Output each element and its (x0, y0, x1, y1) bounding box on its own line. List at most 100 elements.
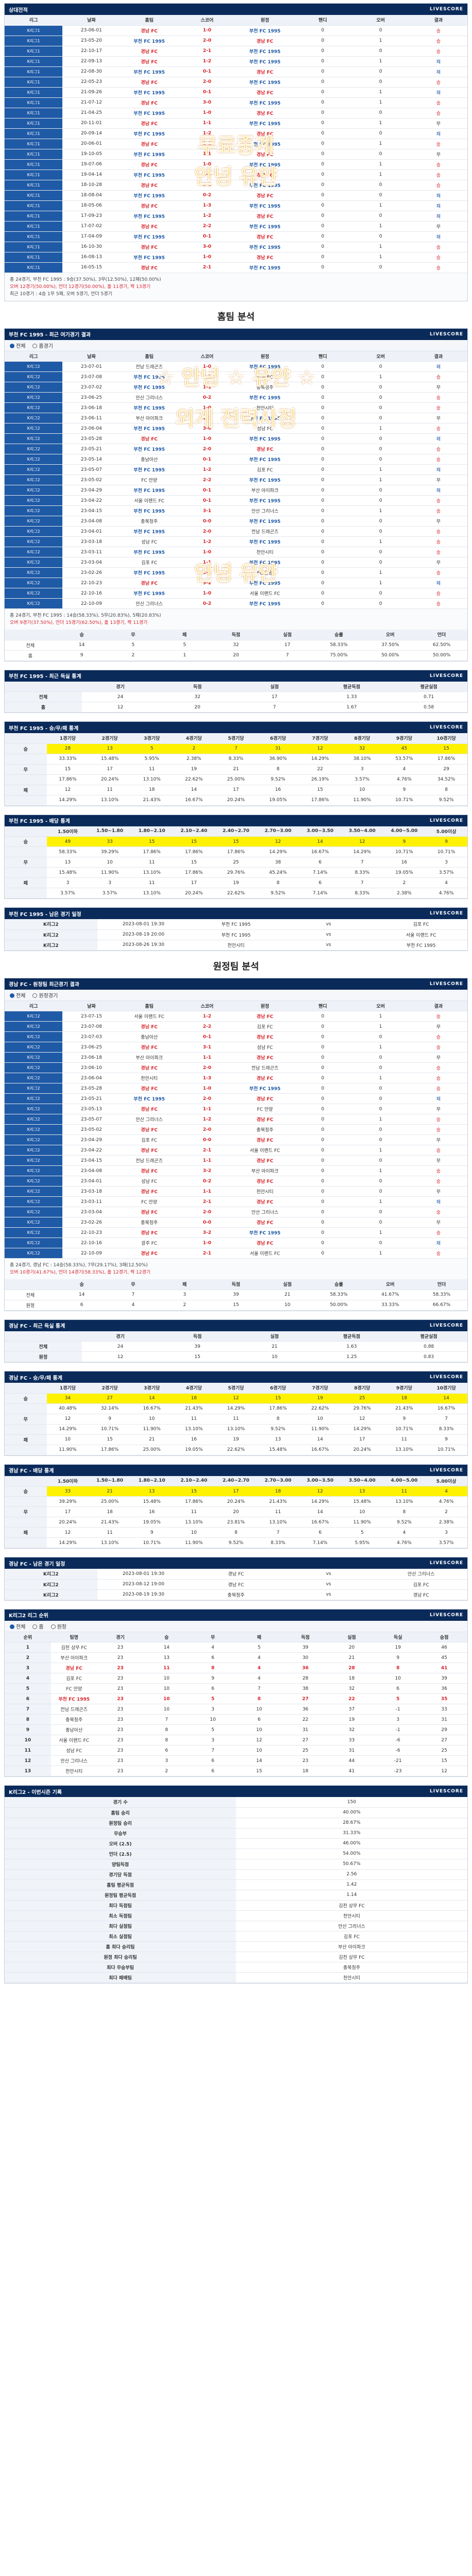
match-row[interactable]: K리그1 19-07-06 경남 FC 1-0 부천 FC 1995 0 1 승 (5, 159, 467, 170)
home-team[interactable]: 부천 FC 1995 (120, 190, 178, 201)
away-team[interactable]: 경남 FC (236, 170, 294, 180)
match-row[interactable]: K리그2 22-10-09 경남 FC 2-1 서울 이랜드 FC 0 1 승 (5, 1248, 467, 1259)
standings-row[interactable]: 2 부산 아이파크 23 13 6 4 30 21 9 45 (5, 1652, 467, 1663)
away-team[interactable]: 경남 FC (236, 36, 294, 46)
team-name[interactable]: 안산 그리너스 (50, 1755, 97, 1766)
away-team[interactable]: 경남 FC (236, 1238, 294, 1248)
home-team[interactable]: 부산 아이파크 (120, 1052, 178, 1063)
standings-row[interactable]: 12 안산 그리너스 23 3 6 14 23 44 -21 15 (5, 1755, 467, 1766)
match-row[interactable]: K리그2 23-05-14 충남아산 0-1 부천 FC 1995 0 0 승 (5, 454, 467, 465)
away-team[interactable]: 안산 그리너스 (236, 505, 294, 516)
home-team[interactable]: 경남 FC (120, 1124, 178, 1135)
match-row[interactable]: K리그1 21-07-12 경남 FC 3-0 부천 FC 1995 0 1 승 (5, 97, 467, 108)
home-team[interactable]: 경남 FC (120, 221, 178, 232)
home-team[interactable]: 경남 FC (120, 56, 178, 67)
away-team[interactable]: 경남 FC (236, 1196, 294, 1207)
match-row[interactable]: K리그2 23-05-28 경남 FC 1-0 부천 FC 1995 0 0 승 (5, 1083, 467, 1094)
away-team[interactable]: 충북청주 (236, 382, 294, 393)
away-team[interactable]: 경남 FC (236, 1011, 294, 1022)
match-row[interactable]: K리그2 23-07-08 부천 FC 1995 2-1 김포 FC 0 1 승 (5, 371, 467, 382)
home-team[interactable]: 부천 FC 1995 (120, 1093, 178, 1104)
away-team[interactable]: 경남 FC (236, 87, 294, 98)
home-team[interactable]: 김포 FC (120, 557, 178, 568)
home-team[interactable]: 성남 FC (120, 1176, 178, 1187)
home-team[interactable]: 부천 FC 1995 (120, 547, 178, 557)
away-team[interactable]: 경남 FC (236, 1093, 294, 1104)
away-team[interactable]: 부천 FC 1995 (236, 242, 294, 252)
away-team[interactable]: 천안시티 (236, 402, 294, 413)
match-row[interactable]: K리그2 23-05-28 경남 FC 1-0 부천 FC 1995 0 0 패 (5, 433, 467, 444)
match-row[interactable]: K리그2 23-02-26 충북청주 0-0 경남 FC 0 0 무 (5, 1217, 467, 1228)
match-row[interactable]: K리그1 18-05-06 경남 FC 1-3 부천 FC 1995 0 1 패 (5, 200, 467, 211)
away-team[interactable]: 경남 FC (236, 149, 294, 160)
away-team[interactable]: 경남 FC (236, 1052, 294, 1063)
match-row[interactable]: K리그1 22-05-23 경남 FC 2-0 부천 FC 1995 0 0 승 (5, 77, 467, 88)
filter-away-radio[interactable]: 원정 (50, 1622, 66, 1630)
home-team[interactable]: 경남 FC (120, 1186, 178, 1197)
away-team[interactable]: 부천 FC 1995 (236, 56, 294, 67)
home-team[interactable]: 경남 FC (120, 433, 178, 444)
match-row[interactable]: K리그2 23-05-02 FC 안양 2-2 부천 FC 1995 0 1 무 (5, 474, 467, 485)
away-team[interactable]: 부천 FC 1995 (236, 97, 294, 108)
match-row[interactable]: K리그2 23-03-04 김포 FC 1-1 부천 FC 1995 0 0 무 (5, 557, 467, 568)
home-team[interactable]: 부천 FC 1995 (120, 128, 178, 139)
home-team[interactable]: 부천 FC 1995 (120, 444, 178, 454)
home-team[interactable]: 부천 FC 1995 (120, 36, 178, 46)
away-team[interactable]: 경남 FC (236, 211, 294, 222)
away-team[interactable]: 천안시티 (236, 1186, 294, 1197)
team-name[interactable]: 경남 FC (50, 1663, 97, 1673)
home-team[interactable]: 부천 FC 1995 (120, 211, 178, 222)
match-row[interactable]: K리그2 23-05-21 부천 FC 1995 2-0 경남 FC 0 0 승 (5, 444, 467, 454)
match-row[interactable]: K리그1 20-09-14 부천 FC 1995 1-2 경남 FC 0 0 패 (5, 128, 467, 139)
home-team[interactable]: 경남 FC (120, 242, 178, 252)
home-team[interactable]: 경남 FC (120, 1042, 178, 1053)
standings-row[interactable]: 13 천안시티 23 2 6 15 18 41 -23 12 (5, 1766, 467, 1776)
away-team[interactable]: 부천 FC 1995 (236, 516, 294, 527)
match-row[interactable]: K리그2 23-05-07 안산 그리너스 1-2 경남 FC 0 1 승 (5, 1114, 467, 1125)
away-team[interactable]: 경남 FC (236, 252, 294, 263)
home-team[interactable]: 서울 이랜드 FC (120, 495, 178, 506)
away-team[interactable]: 경남 FC (236, 128, 294, 139)
match-row[interactable]: K리그2 23-07-02 부천 FC 1995 1-1 충북청주 0 0 무 (5, 382, 467, 393)
standings-row[interactable]: 4 김포 FC 23 10 9 4 28 18 10 39 (5, 1673, 467, 1684)
home-team[interactable]: 경남 FC (120, 1165, 178, 1176)
home-team[interactable]: 경남 FC (120, 1104, 178, 1114)
team-name[interactable]: 천안시티 (50, 1766, 97, 1776)
filter-all-radio[interactable]: 전체 (10, 342, 25, 349)
standings-row[interactable]: 3 경남 FC 23 11 8 4 36 28 8 41 (5, 1663, 467, 1673)
standings-row[interactable]: 7 전남 드래곤즈 23 10 3 10 36 37 -1 33 (5, 1704, 467, 1715)
home-team[interactable]: 경남 FC (120, 180, 178, 191)
match-row[interactable]: K리그1 19-04-14 부천 FC 1995 2-0 경남 FC 0 1 승 (5, 170, 467, 180)
standings-row[interactable]: 1 김천 상무 FC 23 14 4 5 39 20 19 46 (5, 1642, 467, 1653)
match-row[interactable]: K리그2 23-06-18 부천 FC 1995 1-0 천안시티 0 0 승 (5, 402, 467, 413)
home-team[interactable]: 충북청주 (120, 1217, 178, 1228)
match-row[interactable]: K리그2 23-03-04 경남 FC 2-0 안산 그리너스 0 0 승 (5, 1207, 467, 1217)
match-row[interactable]: K리그1 22-10-17 경남 FC 2-1 부천 FC 1995 0 0 승 (5, 46, 467, 57)
team-name[interactable]: 충남아산 (50, 1724, 97, 1735)
team-name[interactable]: FC 안양 (50, 1683, 97, 1694)
home-team[interactable]: 경남 FC (120, 1021, 178, 1032)
filter-all-radio[interactable]: 전체 (10, 1622, 25, 1630)
match-row[interactable]: K리그2 22-10-16 부천 FC 1995 1-0 서울 이랜드 FC 0 0 승 (5, 588, 467, 599)
home-team[interactable]: 경남 FC (120, 1062, 178, 1073)
away-team[interactable]: 부천 FC 1995 (236, 598, 294, 609)
away-team[interactable]: 천안시티 (236, 547, 294, 557)
home-team[interactable]: 전남 드래곤즈 (120, 1155, 178, 1166)
home-team[interactable]: 부천 FC 1995 (120, 87, 178, 98)
match-row[interactable]: K리그1 16-08-13 부천 FC 1995 1-0 경남 FC 0 1 승 (5, 252, 467, 263)
match-row[interactable]: K리그1 23-06-01 경남 FC 1-0 부천 FC 1995 0 0 승 (5, 25, 467, 36)
away-team[interactable]: 서울 이랜드 FC (236, 588, 294, 599)
away-team[interactable]: 안산 그리너스 (236, 1207, 294, 1217)
away-team[interactable]: 김포 FC (236, 371, 294, 382)
match-row[interactable]: K리그2 23-03-11 FC 안양 2-1 경남 FC 0 1 패 (5, 1196, 467, 1207)
home-team[interactable]: 경남 FC (120, 262, 178, 273)
match-row[interactable]: K리그2 23-04-08 충북청주 0-0 부천 FC 1995 0 0 무 (5, 516, 467, 527)
away-team[interactable]: 부산 아이파크 (236, 1165, 294, 1176)
match-row[interactable]: K리그1 20-11-01 경남 FC 1-1 부천 FC 1995 0 1 무 (5, 118, 467, 129)
match-row[interactable]: K리그2 23-07-08 경남 FC 2-2 김포 FC 0 1 무 (5, 1021, 467, 1032)
away-team[interactable]: 경남 FC (236, 231, 294, 242)
match-row[interactable]: K리그1 17-09-23 부천 FC 1995 1-2 경남 FC 0 0 패 (5, 211, 467, 222)
home-team[interactable]: 경남 FC (120, 25, 178, 36)
away-team[interactable]: 경남 FC (236, 1217, 294, 1228)
away-team[interactable]: FC 안양 (236, 567, 294, 578)
